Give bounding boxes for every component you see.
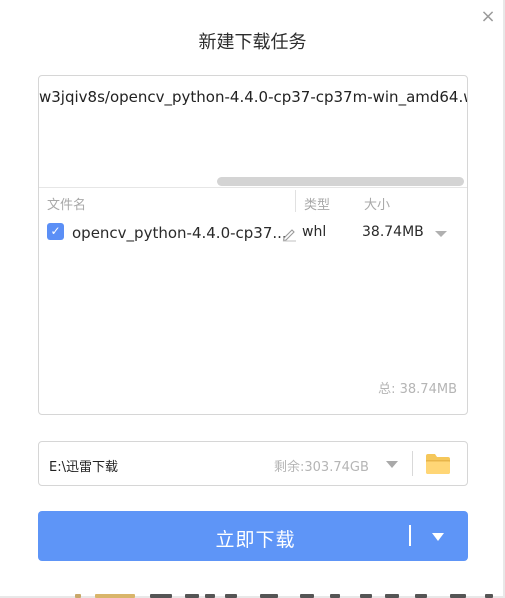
pencil-icon[interactable] <box>281 226 297 242</box>
download-url: w3jqiv8s/opencv_python-4.4.0-cp37-cp37m-… <box>39 88 467 106</box>
free-space: 剩余:303.74GB <box>274 460 369 475</box>
save-path: E:\迅雷下载 <box>49 460 118 475</box>
button-divider <box>409 525 411 546</box>
dialog-title: 新建下载任务 <box>198 32 307 53</box>
file-type: whl <box>302 224 327 240</box>
file-row: ✓ opencv_python-4.4.0-cp37... whl 38.74M… <box>39 218 467 246</box>
url-textarea[interactable]: w3jqiv8s/opencv_python-4.4.0-cp37-cp37m-… <box>39 76 467 187</box>
save-path-field[interactable]: E:\迅雷下载 剩余:303.74GB <box>38 441 468 486</box>
file-name: opencv_python-4.4.0-cp37... <box>72 224 287 242</box>
column-header-name[interactable]: 文件名 <box>47 194 86 213</box>
file-table-header: 文件名 类型 大小 <box>39 187 467 215</box>
total-size: 总: 38.74MB <box>378 382 457 397</box>
close-icon[interactable]: × <box>478 7 498 27</box>
chevron-down-icon[interactable] <box>386 461 398 468</box>
path-divider <box>412 451 413 476</box>
column-divider[interactable] <box>295 190 296 212</box>
new-download-dialog: × 新建下载任务 w3jqiv8s/opencv_python-4.4.0-cp… <box>0 0 505 598</box>
task-panel: w3jqiv8s/opencv_python-4.4.0-cp37-cp37m-… <box>38 75 468 415</box>
column-header-size[interactable]: 大小 <box>364 194 390 213</box>
check-icon: ✓ <box>50 224 61 238</box>
folder-icon[interactable] <box>425 453 451 475</box>
underlying-window-edge <box>0 590 505 598</box>
horizontal-scrollbar[interactable] <box>217 177 464 186</box>
download-label: 立即下载 <box>215 529 296 551</box>
chevron-down-icon[interactable] <box>435 231 447 237</box>
download-now-button[interactable]: 立即下载 <box>38 511 468 561</box>
chevron-down-icon[interactable] <box>432 533 444 541</box>
column-header-type[interactable]: 类型 <box>304 194 330 213</box>
file-size: 38.74MB <box>362 224 424 240</box>
file-checkbox[interactable]: ✓ <box>47 223 64 240</box>
